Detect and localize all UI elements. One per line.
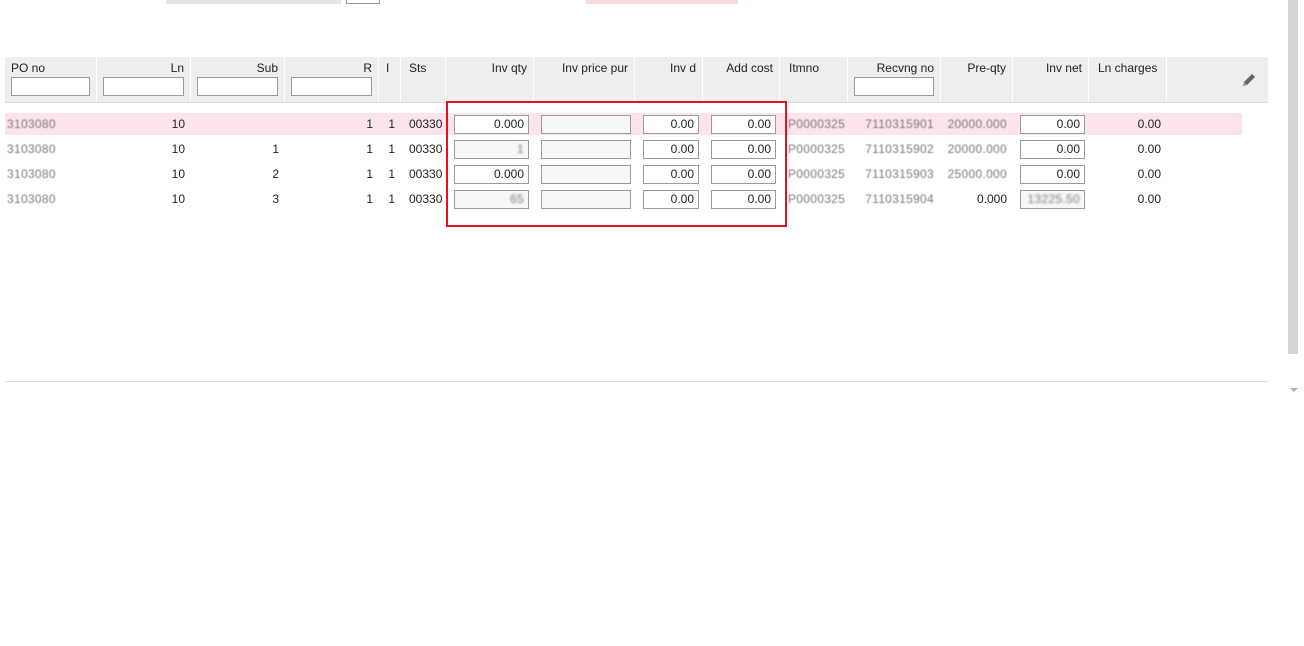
col-add-cost-label: Add cost (726, 61, 773, 75)
cell-po-no: 3103080 (7, 142, 56, 156)
grid-divider (5, 381, 1268, 382)
cell-r: 1 (366, 192, 373, 206)
cell-recvng-no: 7110315903 (865, 167, 934, 181)
cell-i: 1 (388, 142, 395, 156)
cell-sts: 00330 (409, 167, 443, 181)
col-pre-qty[interactable]: Pre-qty (941, 57, 1013, 102)
cell-ln-charges: 0.00 (1137, 117, 1161, 131)
cell-sub: 1 (272, 142, 279, 156)
col-pre-qty-label: Pre-qty (967, 61, 1006, 75)
col-i-label: I (386, 61, 390, 75)
cell-i: 1 (388, 192, 395, 206)
inv-net-input[interactable]: 13225.50 (1020, 190, 1085, 209)
invoice-lines-grid: PO no Ln Sub R I Sts Inv qty Inv price p… (5, 57, 1268, 103)
col-ln-charges[interactable]: Ln charges (1089, 57, 1167, 102)
col-sts[interactable]: Sts (401, 57, 446, 102)
col-r[interactable]: R (285, 57, 379, 102)
filter-sub[interactable] (197, 77, 278, 96)
col-po-no[interactable]: PO no (5, 57, 97, 102)
vertical-scrollbar[interactable] (1288, 0, 1298, 354)
col-sts-label: Sts (409, 61, 427, 75)
cell-sts: 00330 (409, 142, 443, 156)
scroll-down-arrow-icon[interactable] (1290, 388, 1298, 392)
cell-recvng-no: 7110315901 (865, 117, 934, 131)
top-status-partial (586, 0, 738, 4)
col-inv-d-label: Inv d (669, 61, 696, 75)
filter-r[interactable] (291, 77, 372, 96)
cell-i: 1 (388, 167, 395, 181)
cell-recvng-no: 7110315904 (865, 192, 934, 206)
cell-r: 1 (366, 167, 373, 181)
col-ln-charges-label: Ln charges (1098, 61, 1158, 75)
col-inv-d[interactable]: Inv d (635, 57, 703, 102)
cell-po-no: 3103080 (7, 117, 56, 131)
col-r-label: R (363, 61, 372, 75)
col-inv-price-pur-label: Inv price pur (561, 61, 628, 75)
cell-ln: 10 (171, 167, 185, 181)
col-inv-net-label: Inv net (1045, 61, 1082, 75)
col-actions (1167, 57, 1268, 102)
cell-ln: 10 (171, 192, 185, 206)
top-button-partial[interactable] (346, 0, 380, 4)
col-ln[interactable]: Ln (97, 57, 191, 102)
cell-pre-qty: 0.000 (976, 192, 1007, 206)
col-recvng-no-label: Recvng no (876, 61, 934, 75)
inv-net-input[interactable]: 0.00 (1020, 140, 1085, 159)
col-ln-label: Ln (170, 61, 184, 75)
col-inv-qty-label: Inv qty (491, 61, 527, 75)
grid-header: PO no Ln Sub R I Sts Inv qty Inv price p… (5, 57, 1268, 103)
inv-net-input-value: 0.00 (1056, 142, 1080, 156)
cell-itmno: P0000325 (788, 192, 846, 206)
cell-pre-qty: 20000.000 (947, 142, 1007, 156)
inv-net-input[interactable]: 0.00 (1020, 165, 1085, 184)
top-field-partial[interactable] (166, 0, 341, 4)
inv-net-input-value: 0.00 (1056, 117, 1080, 131)
cell-ln-charges: 0.00 (1137, 167, 1161, 181)
cell-pre-qty: 25000.000 (947, 167, 1007, 181)
col-itmno[interactable]: Itmno (780, 57, 848, 102)
filter-po-no[interactable] (11, 77, 90, 96)
cell-pre-qty: 20000.000 (947, 117, 1007, 131)
col-i[interactable]: I (379, 57, 401, 102)
col-add-cost[interactable]: Add cost (703, 57, 780, 102)
col-inv-price-pur[interactable]: Inv price pur (534, 57, 635, 102)
cell-sts: 00330 (409, 117, 443, 131)
cell-i: 1 (388, 117, 395, 131)
col-itmno-label: Itmno (789, 61, 820, 75)
cell-r: 1 (366, 142, 373, 156)
cell-ln: 10 (171, 117, 185, 131)
col-sub-label: Sub (256, 61, 278, 75)
cell-ln-charges: 0.00 (1137, 142, 1161, 156)
filter-recvng-no[interactable] (854, 77, 934, 96)
cell-ln: 10 (171, 142, 185, 156)
cell-sub: 2 (272, 167, 279, 181)
col-sub[interactable]: Sub (191, 57, 285, 102)
cell-sub (191, 113, 279, 135)
col-inv-qty[interactable]: Inv qty (446, 57, 534, 102)
cell-sub: 3 (272, 192, 279, 206)
pencil-icon[interactable] (1240, 71, 1258, 89)
highlight-box (446, 101, 787, 227)
cell-recvng-no: 7110315902 (865, 142, 934, 156)
col-recvng-no[interactable]: Recvng no (848, 57, 941, 102)
col-inv-net[interactable]: Inv net (1013, 57, 1089, 102)
col-po-no-label: PO no (11, 61, 46, 75)
cell-itmno: P0000325 (788, 117, 846, 131)
inv-net-input-value: 0.00 (1056, 167, 1080, 181)
cell-po-no: 3103080 (7, 192, 56, 206)
cell-ln-charges: 0.00 (1137, 192, 1161, 206)
cell-po-no: 3103080 (7, 167, 56, 181)
inv-net-input-value: 13225.50 (1027, 192, 1080, 206)
cell-sts: 00330 (409, 192, 443, 206)
filter-ln[interactable] (103, 77, 184, 96)
cell-r: 1 (366, 117, 373, 131)
inv-net-input[interactable]: 0.00 (1020, 115, 1085, 134)
cell-itmno: P0000325 (788, 167, 846, 181)
cell-itmno: P0000325 (788, 142, 846, 156)
